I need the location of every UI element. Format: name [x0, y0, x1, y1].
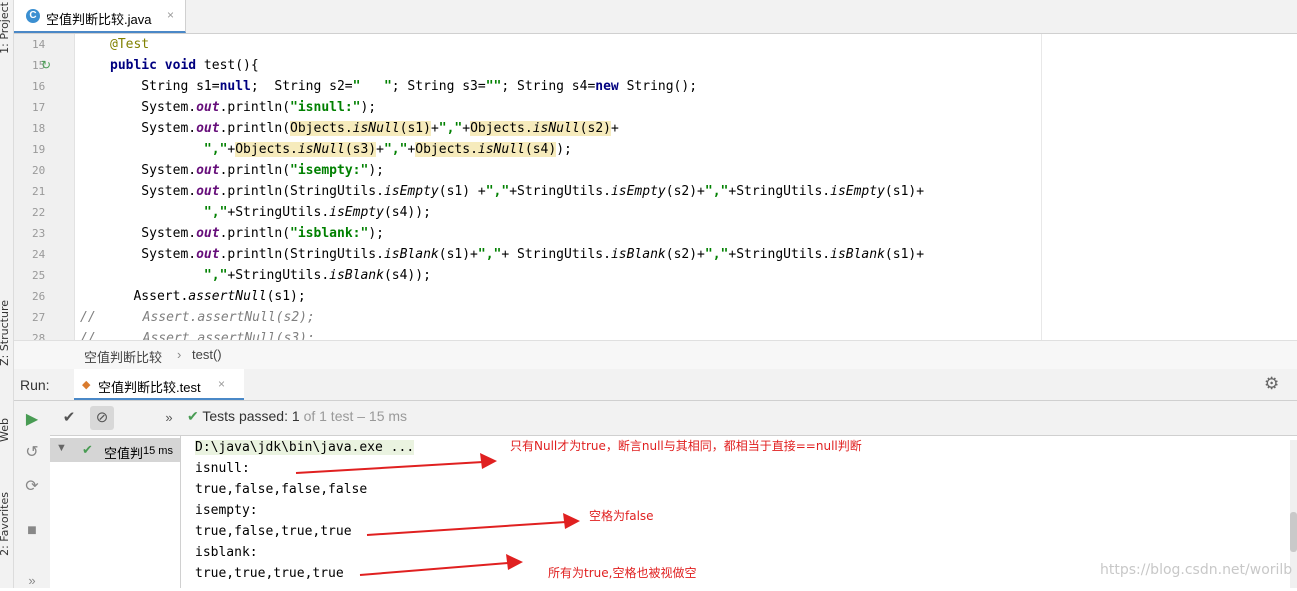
annotation-arrow-2 — [366, 521, 567, 536]
console-scrollbar-thumb[interactable] — [1290, 512, 1297, 552]
annotation-arrow-1 — [295, 461, 484, 474]
annotation-arrow-3 — [359, 562, 509, 576]
annotation-arrowhead-2 — [563, 513, 580, 529]
annotation-text-2: 空格为false — [589, 509, 654, 523]
annotation-arrows — [295, 453, 580, 576]
annotation-arrowhead-1 — [480, 453, 497, 469]
watermark: https://blog.csdn.net/worilb — [1100, 562, 1293, 578]
annotation-text-3: 所有为true,空格也被视做空 — [548, 566, 697, 580]
annotation-text-1: 只有Null才为true，断言null与其相同，都相当于直接==null判断 — [510, 439, 862, 453]
annotation-arrowhead-3 — [506, 554, 523, 570]
